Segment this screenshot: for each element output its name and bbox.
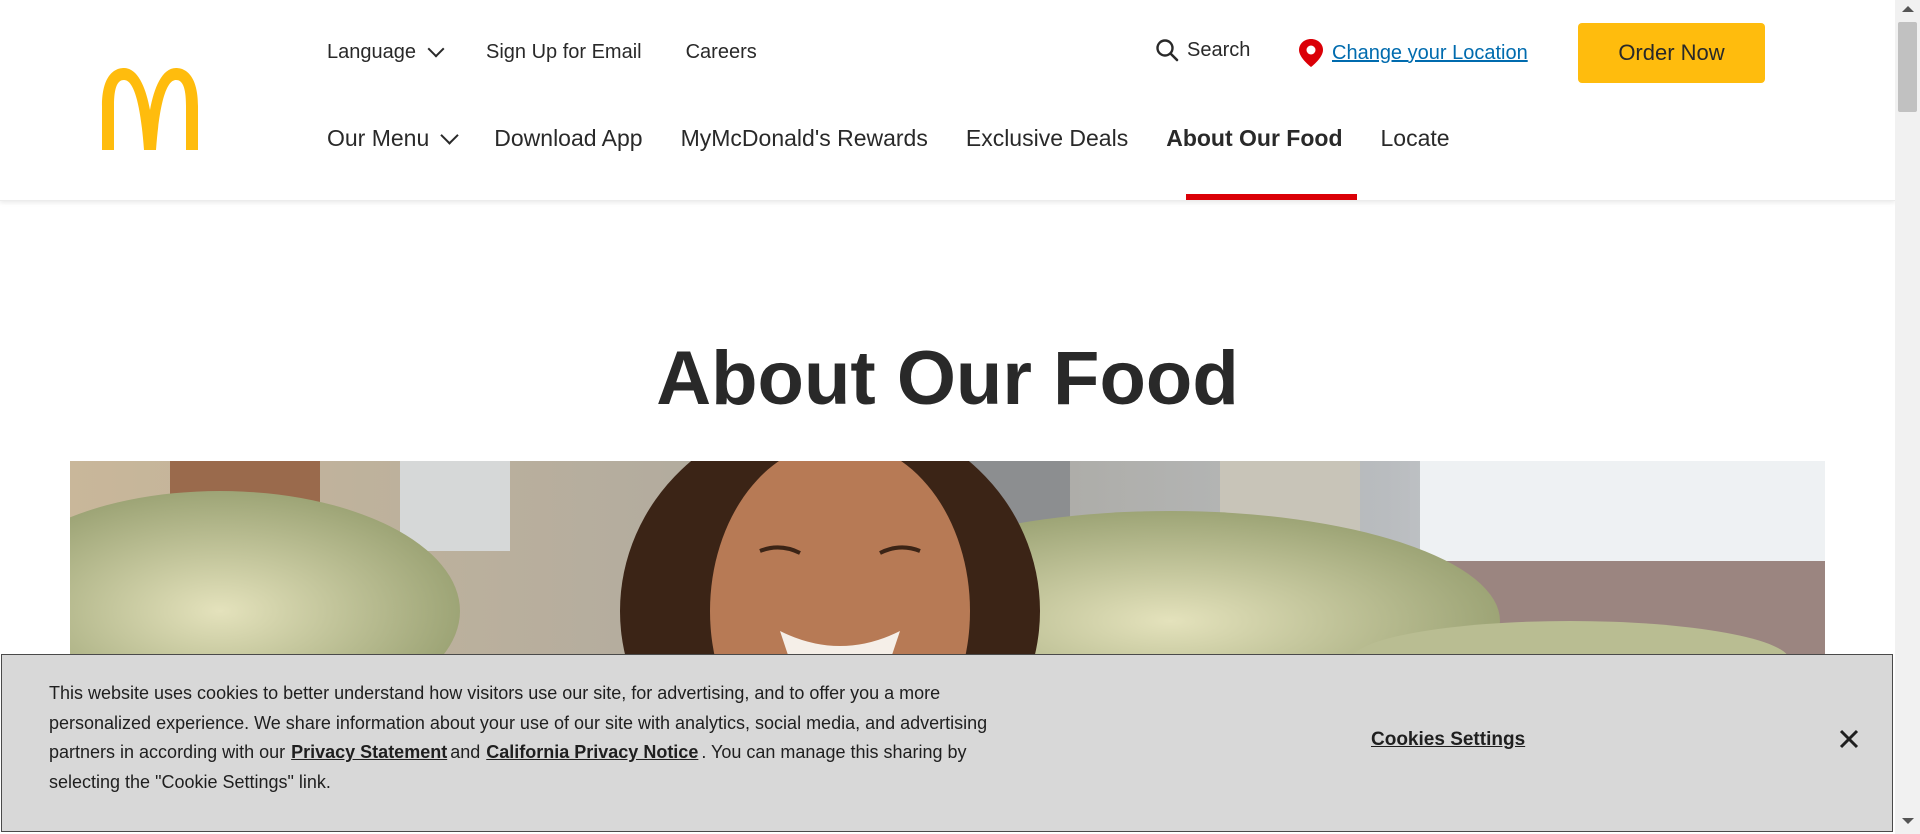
main-nav: Our Menu Download App MyMcDonald's Rewar… — [327, 118, 1488, 158]
hero-image — [70, 461, 1825, 661]
site-header: Language Sign Up for Email Careers Searc… — [0, 0, 1895, 201]
close-icon[interactable] — [1837, 727, 1861, 751]
california-privacy-link[interactable]: California Privacy Notice — [480, 742, 701, 762]
vertical-scrollbar[interactable] — [1895, 0, 1920, 834]
cookie-message: This website uses cookies to better unde… — [49, 679, 1029, 797]
cookie-banner: This website uses cookies to better unde… — [1, 654, 1893, 832]
chevron-down-icon — [440, 125, 459, 145]
active-tab-indicator — [1186, 194, 1357, 200]
location-pin-icon — [1299, 39, 1323, 67]
signup-email-link[interactable]: Sign Up for Email — [486, 41, 642, 64]
scroll-up-arrow-icon[interactable] — [1902, 6, 1914, 12]
nav-download-app[interactable]: Download App — [494, 125, 642, 152]
language-label: Language — [327, 40, 416, 63]
page-title: About Our Food — [656, 336, 1239, 421]
search-button[interactable]: Search — [1155, 38, 1250, 62]
search-label: Search — [1187, 38, 1251, 61]
utility-nav: Language Sign Up for Email Careers — [327, 38, 801, 66]
nav-rewards[interactable]: MyMcDonald's Rewards — [681, 125, 928, 152]
cookie-text-and: and — [450, 742, 481, 762]
golden-arches-logo[interactable] — [98, 66, 202, 150]
careers-link[interactable]: Careers — [686, 41, 757, 64]
nav-our-menu[interactable]: Our Menu — [327, 124, 459, 152]
chevron-down-icon — [427, 40, 445, 58]
scrollbar-thumb[interactable] — [1898, 22, 1917, 112]
order-now-button[interactable]: Order Now — [1578, 23, 1765, 83]
nav-our-menu-label: Our Menu — [327, 124, 430, 151]
nav-locate[interactable]: Locate — [1381, 125, 1450, 152]
search-icon — [1156, 39, 1179, 62]
location-selector[interactable]: Change your Location — [1298, 38, 1528, 68]
nav-about-our-food[interactable]: About Our Food — [1166, 125, 1342, 152]
cookies-settings-button[interactable]: Cookies Settings — [1371, 729, 1525, 751]
scroll-down-arrow-icon[interactable] — [1902, 818, 1914, 824]
language-selector[interactable]: Language — [327, 40, 445, 64]
change-location-link[interactable]: Change your Location — [1332, 42, 1528, 65]
privacy-statement-link[interactable]: Privacy Statement — [285, 742, 450, 762]
nav-exclusive-deals[interactable]: Exclusive Deals — [966, 125, 1128, 152]
